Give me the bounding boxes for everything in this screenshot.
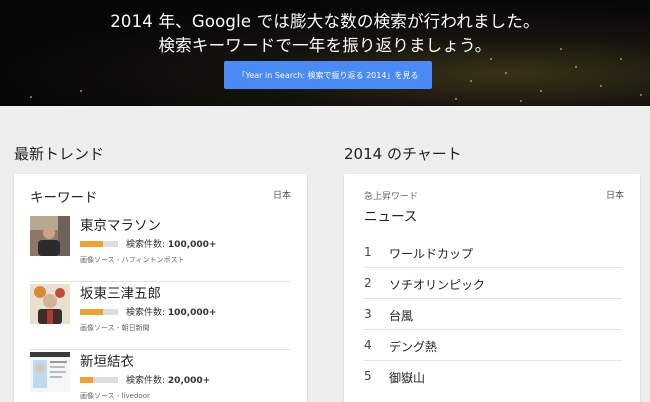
search-count: 検索件数: 100,000+	[126, 308, 217, 318]
search-count: 検索件数: 20,000+	[126, 376, 211, 386]
rank-number: 1	[364, 245, 372, 259]
card-subtitle: 急上昇ワード	[364, 192, 419, 202]
rank-number: 3	[364, 307, 372, 321]
keyword-name: 東京マラソン	[80, 218, 161, 234]
rank-number: 2	[364, 276, 372, 290]
rank-label: 御嶽山	[389, 371, 426, 385]
popularity-bar	[80, 377, 118, 383]
popularity-bar-fill	[80, 241, 103, 247]
popularity-bar-fill	[80, 309, 103, 315]
portrait-photo-icon	[30, 284, 70, 324]
rank-label: ソチオリンピック	[389, 278, 486, 292]
rank-item[interactable]: 4 デング熱	[364, 330, 622, 361]
list-item[interactable]: 新垣結衣 検索件数: 20,000+ 画像ソース - livedoor	[30, 350, 291, 402]
rank-label: ワールドカップ	[389, 247, 474, 261]
rank-item[interactable]: 2 ソチオリンピック	[364, 268, 622, 299]
rank-item[interactable]: 1 ワールドカップ	[364, 237, 622, 268]
news-chart-card: 急上昇ワード 日本 ニュース 1 ワールドカップ 2 ソチオリンピック 3 台風…	[344, 174, 640, 402]
rank-number: 4	[364, 338, 372, 352]
image-source: 画像ソース - ハフィントンポスト	[80, 256, 185, 264]
search-count: 検索件数: 100,000+	[126, 240, 217, 250]
hero-headline: 2014 年、Google では膨大な数の検索が行われました。	[110, 12, 540, 31]
charts-section-title: 2014 のチャート	[344, 145, 462, 163]
rank-item[interactable]: 5 御嶽山	[364, 361, 622, 392]
rank-number: 5	[364, 369, 372, 383]
year-in-search-button[interactable]: 「Year in Search: 検索で振り返る 2014」を見る	[224, 61, 432, 89]
country-selector[interactable]: 日本	[273, 188, 291, 201]
image-source: 画像ソース - livedoor	[80, 392, 150, 400]
card-title: ニュース	[364, 209, 418, 225]
hero-subheadline: 検索キーワードで一年を振り返りましょう。	[158, 36, 492, 55]
keyword-name: 新垣結衣	[80, 354, 134, 370]
trending-keywords-card: キーワード 日本 東京マラソン 検索件数: 100,000+ 画像ソース - ハ…	[14, 174, 307, 402]
portrait-photo-icon	[30, 216, 70, 256]
popularity-bar	[80, 241, 118, 247]
popularity-bar	[80, 309, 118, 315]
list-item[interactable]: 坂東三津五郎 検索件数: 100,000+ 画像ソース - 朝日新聞	[30, 282, 291, 350]
list-item[interactable]: 東京マラソン 検索件数: 100,000+ 画像ソース - ハフィントンポスト	[30, 214, 291, 282]
rank-item[interactable]: 3 台風	[364, 299, 622, 330]
hero-banner: 2014 年、Google では膨大な数の検索が行われました。 検索キーワードで…	[0, 0, 650, 106]
country-selector[interactable]: 日本	[606, 188, 624, 201]
rank-label: デング熱	[389, 340, 438, 354]
rank-label: 台風	[389, 309, 414, 323]
popularity-bar-fill	[80, 377, 94, 383]
image-source: 画像ソース - 朝日新聞	[80, 324, 150, 332]
keyword-name: 坂東三津五郎	[80, 286, 161, 302]
trending-section-title: 最新トレンド	[14, 145, 105, 163]
card-title: キーワード	[30, 190, 98, 206]
webpage-photo-icon	[30, 352, 70, 392]
